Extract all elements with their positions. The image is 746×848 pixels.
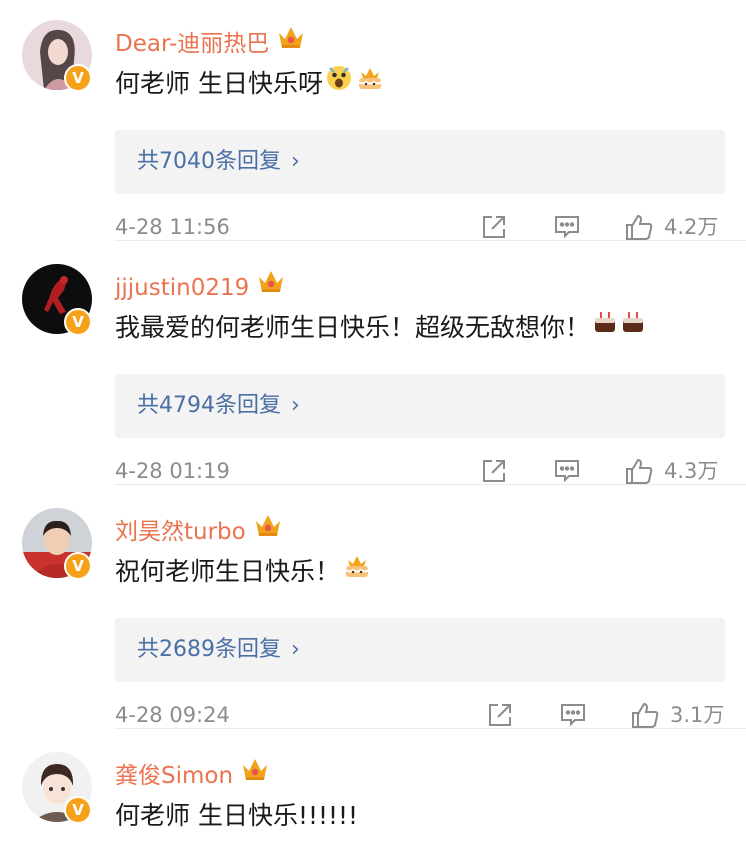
reply-count-box[interactable]: 共4794条回复 › (115, 374, 725, 438)
comment-item: V Dear-迪丽热巴 何老师 生日快乐呀 共7040条回复 › 4-28 11:… (0, 20, 746, 250)
verified-badge-icon: V (64, 308, 92, 336)
comment-time: 4-28 09:24 (115, 703, 230, 727)
comment-item: V 龚俊Simon 何老师 生日快乐!!!!!! (0, 752, 746, 848)
comment-text-content: 我最爱的何老师生日快乐！超级无敌想你！ (115, 313, 591, 342)
divider (115, 484, 746, 485)
comment-text-content: 何老师 生日快乐呀 (115, 69, 323, 98)
comment-text-content: 祝何老师生日快乐！ (115, 557, 341, 586)
divider (115, 728, 746, 729)
like-count: 4.2万 (664, 215, 719, 239)
comment-text-content: 何老师 生日快乐!!!!!! (115, 801, 359, 830)
chevron-right-icon: › (291, 393, 300, 418)
reply-count-box[interactable]: 共2689条回复 › (115, 618, 725, 682)
username[interactable]: 刘昊然turbo (115, 515, 282, 548)
comment-text: 何老师 生日快乐!!!!!! (115, 798, 358, 834)
cake-icon (620, 309, 646, 345)
birthday-cake-icon (355, 63, 385, 103)
username-text[interactable]: 龚俊Simon (115, 763, 233, 789)
crown-icon (241, 756, 269, 791)
like-count: 4.3万 (664, 459, 719, 483)
comment-text: 何老师 生日快乐呀 (115, 66, 385, 103)
username[interactable]: jjjustin0219 (115, 271, 285, 304)
cake-icon (592, 309, 618, 345)
comment-item: V 刘昊然turbo 祝何老师生日快乐！ 共2689条回复 › 4-28 09:2… (0, 508, 746, 738)
comment-text: 祝何老师生日快乐！ (115, 554, 372, 591)
reply-count-box[interactable]: 共7040条回复 › (115, 130, 725, 194)
verified-badge-icon: V (64, 552, 92, 580)
username-text[interactable]: 刘昊然turbo (115, 519, 246, 545)
crown-icon (277, 24, 305, 59)
reply-count-link[interactable]: 共7040条回复 (137, 149, 281, 174)
username[interactable]: 龚俊Simon (115, 759, 269, 792)
username-text[interactable]: jjjustin0219 (115, 275, 249, 301)
verified-badge-icon: V (64, 796, 92, 824)
crown-icon (254, 512, 282, 547)
reply-count-link[interactable]: 共4794条回复 (137, 393, 281, 418)
birthday-cake-icon (342, 551, 372, 591)
comment-time: 4-28 11:56 (115, 215, 230, 239)
divider (115, 240, 746, 241)
chevron-right-icon: › (291, 637, 300, 662)
verified-badge-icon: V (64, 64, 92, 92)
like-count: 3.1万 (670, 703, 725, 727)
comment-item: V jjjustin0219 我最爱的何老师生日快乐！超级无敌想你！ 共4794… (0, 264, 746, 494)
comment-time: 4-28 01:19 (115, 459, 230, 483)
comment-text: 我最爱的何老师生日快乐！超级无敌想你！ (115, 310, 646, 346)
astonished-face-icon (325, 64, 353, 102)
username-text[interactable]: Dear-迪丽热巴 (115, 31, 269, 57)
username[interactable]: Dear-迪丽热巴 (115, 27, 305, 60)
reply-count-link[interactable]: 共2689条回复 (137, 637, 281, 662)
chevron-right-icon: › (291, 149, 300, 174)
crown-icon (257, 268, 285, 303)
